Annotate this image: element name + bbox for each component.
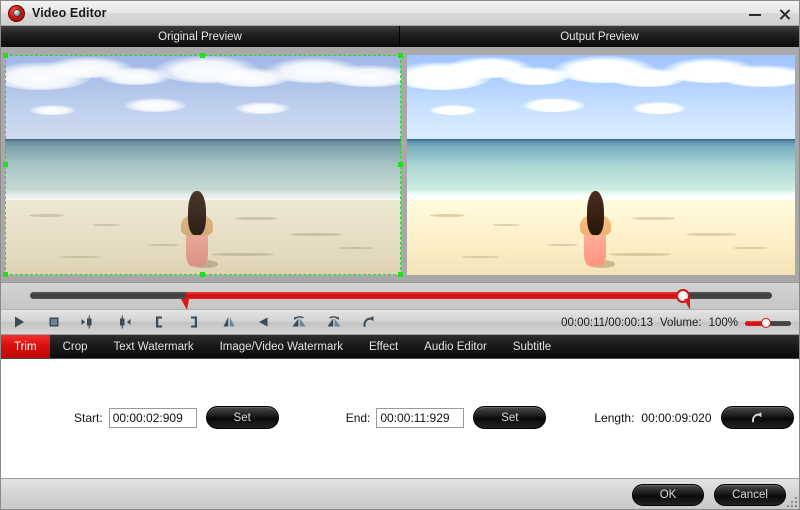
- person-subject: [179, 191, 215, 266]
- volume-slider-knob[interactable]: [761, 318, 771, 328]
- person-subject: [578, 191, 613, 266]
- close-icon[interactable]: [777, 6, 793, 22]
- flip-vertical-icon[interactable]: [211, 310, 246, 334]
- trim-controls-row: Start: Set End: Set Length: 00:00:09:020: [1, 406, 799, 429]
- toolbar-right-group: 00:00:11/00:00:13 Volume: 100%: [561, 310, 791, 336]
- app-disc-icon: [8, 5, 25, 22]
- timeline-track[interactable]: [30, 292, 772, 299]
- window-controls: [747, 1, 793, 26]
- sea-region: [5, 139, 401, 196]
- set-start-button[interactable]: Set: [206, 406, 279, 429]
- tab-crop[interactable]: Crop: [50, 335, 101, 358]
- playback-toolbar: 00:00:11/00:00:13 Volume: 100%: [1, 309, 799, 335]
- output-video-frame: [407, 55, 795, 275]
- sea-region: [407, 139, 795, 196]
- output-preview-pane[interactable]: [403, 47, 799, 282]
- previous-frame-icon[interactable]: [71, 310, 106, 334]
- tab-subtitle[interactable]: Subtitle: [500, 335, 564, 358]
- timeline-area[interactable]: [1, 282, 799, 309]
- volume-value: 100%: [709, 317, 738, 329]
- length-label: Length:: [594, 411, 634, 425]
- set-start-bracket-icon[interactable]: [141, 310, 176, 334]
- set-end-bracket-icon[interactable]: [176, 310, 211, 334]
- resize-grip[interactable]: [785, 495, 797, 507]
- tab-text-watermark[interactable]: Text Watermark: [101, 335, 207, 358]
- original-preview-pane[interactable]: [1, 47, 403, 282]
- time-display: 00:00:11/00:00:13: [561, 317, 653, 329]
- stop-icon[interactable]: [36, 310, 71, 334]
- start-time-input[interactable]: [109, 408, 197, 428]
- preview-stage: [1, 47, 799, 282]
- reset-icon[interactable]: [351, 310, 386, 334]
- window-title: Video Editor: [32, 6, 107, 20]
- length-value: 00:00:09:020: [641, 411, 711, 425]
- ok-button[interactable]: OK: [632, 484, 704, 506]
- trim-panel: Start: Set End: Set Length: 00:00:09:020: [1, 359, 799, 479]
- volume-label: Volume:: [660, 317, 702, 329]
- output-preview-label: Output Preview: [400, 26, 799, 47]
- cancel-button[interactable]: Cancel: [714, 484, 786, 506]
- tab-image-video-watermark[interactable]: Image/Video Watermark: [207, 335, 356, 358]
- minimize-icon[interactable]: [747, 6, 763, 22]
- editor-tab-bar: Trim Crop Text Watermark Image/Video Wat…: [1, 335, 799, 359]
- original-preview-label: Original Preview: [1, 26, 400, 47]
- flip-horizontal-icon[interactable]: [246, 310, 281, 334]
- tab-effect[interactable]: Effect: [356, 335, 411, 358]
- start-label: Start:: [74, 411, 103, 425]
- clouds-region: [407, 55, 795, 139]
- original-video-frame: [5, 55, 401, 275]
- video-editor-window: Video Editor Original Preview Output Pre…: [0, 0, 800, 510]
- play-icon[interactable]: [1, 310, 36, 334]
- title-bar: Video Editor: [1, 1, 799, 26]
- rotate-left-icon[interactable]: [281, 310, 316, 334]
- reset-trim-button[interactable]: [721, 406, 794, 429]
- reset-arrow-icon: [749, 411, 765, 424]
- preview-headers: Original Preview Output Preview: [1, 26, 799, 47]
- volume-slider[interactable]: [745, 321, 791, 326]
- timeline-selection-range: [186, 292, 683, 299]
- tab-trim[interactable]: Trim: [1, 335, 50, 358]
- set-end-button[interactable]: Set: [473, 406, 546, 429]
- next-frame-icon[interactable]: [106, 310, 141, 334]
- rotate-right-icon[interactable]: [316, 310, 351, 334]
- clouds-region: [5, 55, 401, 139]
- tab-audio-editor[interactable]: Audio Editor: [411, 335, 500, 358]
- end-label: End:: [346, 411, 371, 425]
- end-time-input[interactable]: [376, 408, 464, 428]
- dialog-footer: OK Cancel: [1, 478, 799, 509]
